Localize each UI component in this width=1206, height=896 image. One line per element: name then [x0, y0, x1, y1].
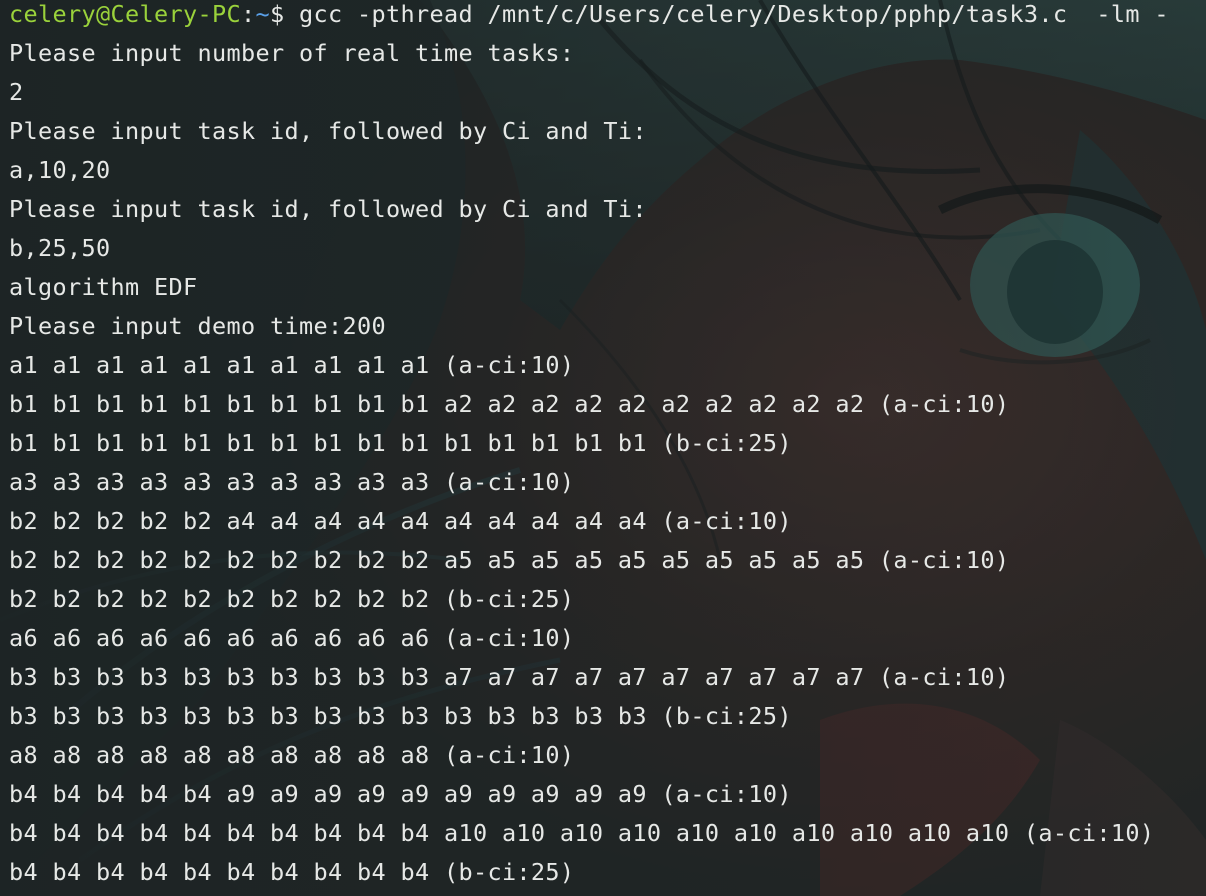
terminal-output-line: b,25,50 [9, 234, 111, 262]
terminal-output-line: b2 b2 b2 b2 b2 b2 b2 b2 b2 b2 a5 a5 a5 a… [9, 546, 1010, 574]
terminal-output-line: a3 a3 a3 a3 a3 a3 a3 a3 a3 a3 (a-ci:10) [9, 468, 575, 496]
terminal-output-line: b2 b2 b2 b2 b2 a4 a4 a4 a4 a4 a4 a4 a4 a… [9, 507, 792, 535]
terminal-output-line: b4 b4 b4 b4 b4 b4 b4 b4 b4 b4 a10 a10 a1… [9, 819, 1155, 847]
terminal-output-line: a1 a1 a1 a1 a1 a1 a1 a1 a1 a1 (a-ci:10) [9, 351, 575, 379]
terminal-output-line: Please input task id, followed by Ci and… [9, 195, 647, 223]
terminal-prompt-line: celery@Celery-PC:~$ gcc -pthread /mnt/c/… [9, 0, 1169, 34]
terminal-output-line: a,10,20 [9, 156, 111, 184]
terminal-output-line: b2 b2 b2 b2 b2 b2 b2 b2 b2 b2 (b-ci:25) [9, 585, 575, 613]
prompt-separator: : [240, 0, 256, 28]
terminal-output-line: Please input demo time:200 [9, 312, 386, 340]
prompt-path: ~ [255, 0, 270, 28]
prompt-user-host: celery@Celery-PC [9, 0, 241, 28]
terminal-output-line: Please input task id, followed by Ci and… [9, 117, 647, 145]
terminal-output-line: Please input number of real time tasks: [9, 39, 575, 67]
terminal-window[interactable]: celery@Celery-PC:~$ gcc -pthread /mnt/c/… [0, 0, 1206, 896]
terminal-output-line: b3 b3 b3 b3 b3 b3 b3 b3 b3 b3 a7 a7 a7 a… [9, 663, 1010, 691]
terminal-output-line: b1 b1 b1 b1 b1 b1 b1 b1 b1 b1 a2 a2 a2 a… [9, 390, 1010, 418]
terminal-output-line: a8 a8 a8 a8 a8 a8 a8 a8 a8 a8 (a-ci:10) [9, 741, 575, 769]
terminal-output-line: b4 b4 b4 b4 b4 a9 a9 a9 a9 a9 a9 a9 a9 a… [9, 780, 792, 808]
terminal-output-line: 2 [9, 78, 24, 106]
terminal-output-line: a6 a6 a6 a6 a6 a6 a6 a6 a6 a6 (a-ci:10) [9, 624, 575, 652]
prompt-symbol: $ [269, 0, 285, 28]
prompt-command: gcc -pthread /mnt/c/Users/celery/Desktop… [284, 0, 1169, 28]
terminal-output-line: b4 b4 b4 b4 b4 b4 b4 b4 b4 b4 (b-ci:25) [9, 858, 575, 886]
terminal-output-line: algorithm EDF [9, 273, 198, 301]
terminal-output-line: b3 b3 b3 b3 b3 b3 b3 b3 b3 b3 b3 b3 b3 b… [9, 702, 792, 730]
terminal-output-line: b1 b1 b1 b1 b1 b1 b1 b1 b1 b1 b1 b1 b1 b… [9, 429, 792, 457]
